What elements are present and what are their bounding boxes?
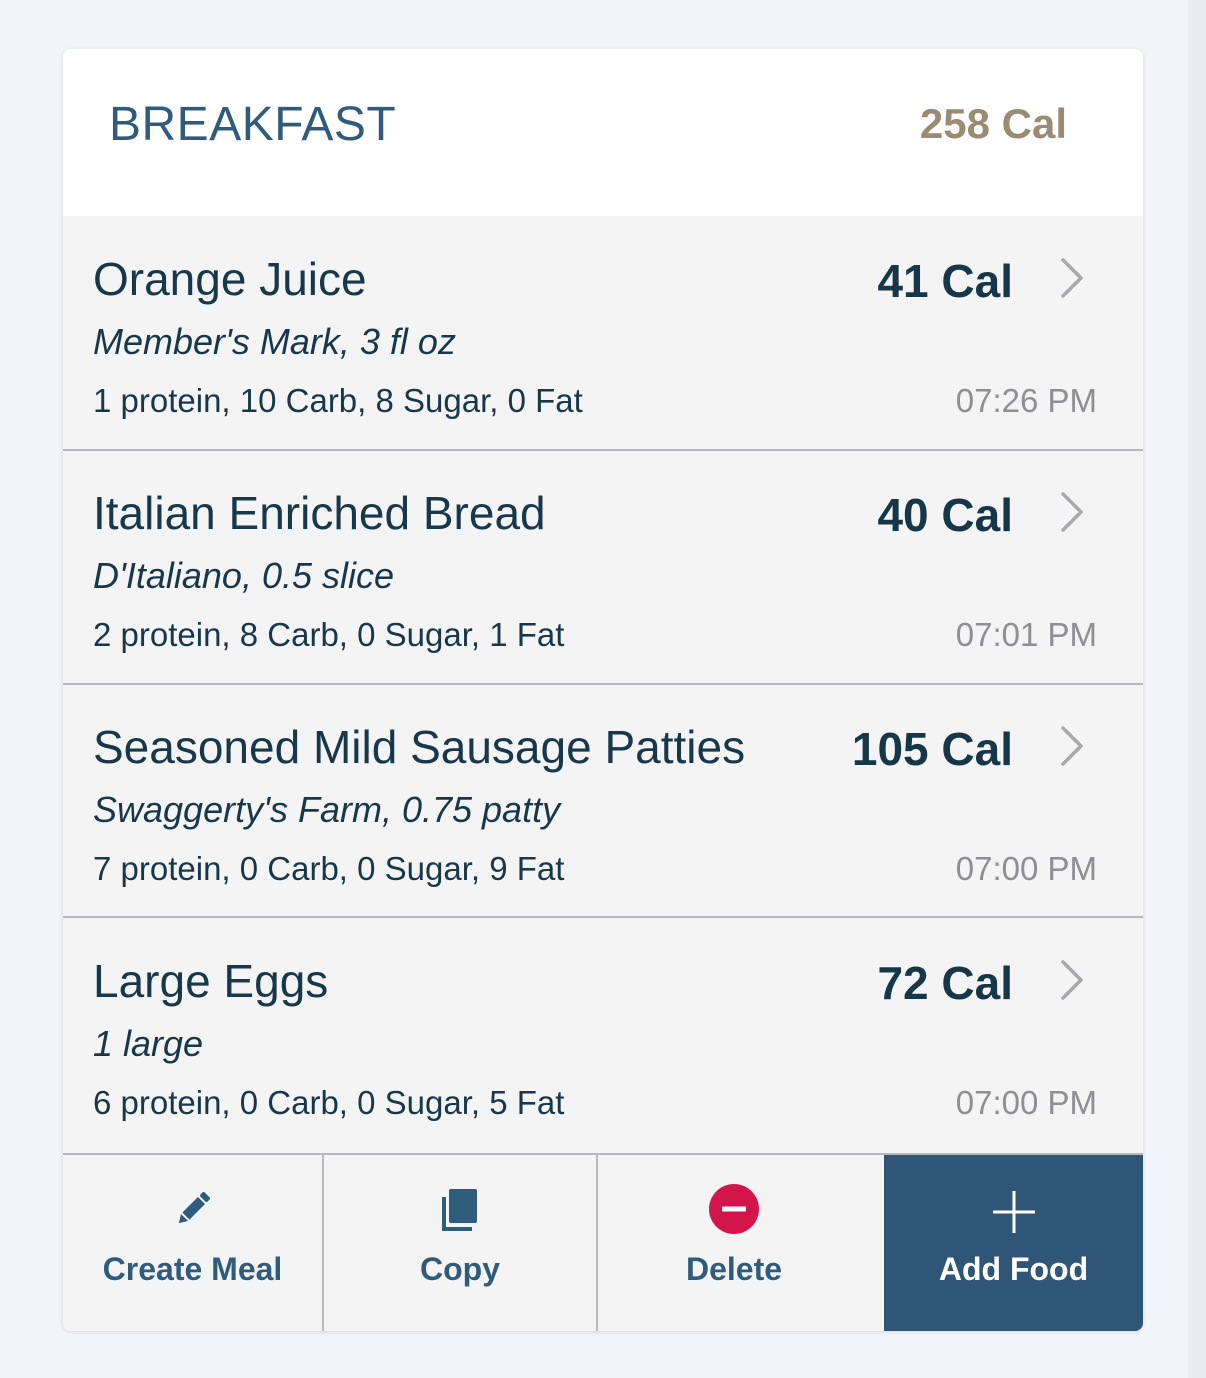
food-brand-serving: 1 large — [93, 1023, 204, 1064]
food-time: 07:26 PM — [955, 382, 1097, 419]
chevron-right-icon — [1061, 726, 1083, 766]
food-calories: 72 Cal — [877, 957, 1013, 1009]
food-time: 07:00 PM — [955, 1084, 1097, 1121]
food-name: Italian Enriched Bread — [93, 487, 546, 539]
food-macros: 7 protein, 0 Carb, 0 Sugar, 9 Fat — [93, 850, 565, 887]
food-name: Orange Juice — [93, 253, 367, 305]
food-macros: 6 protein, 0 Carb, 0 Sugar, 5 Fat — [93, 1084, 565, 1121]
create-meal-label: Create Meal — [102, 1251, 283, 1287]
minus-circle-icon — [709, 1184, 759, 1234]
food-calories: 40 Cal — [877, 489, 1013, 541]
food-item-italian-bread[interactable]: Italian Enriched Bread 40 Cal D'Italiano… — [63, 450, 1143, 684]
food-time: 07:01 PM — [955, 616, 1097, 653]
meal-card: BREAKFAST 258 Cal Orange Juice 41 Cal Me… — [63, 49, 1143, 1331]
food-item-sausage-patties[interactable]: Seasoned Mild Sausage Patties 105 Cal Sw… — [63, 684, 1143, 918]
food-brand-serving: Member's Mark, 3 fl oz — [93, 321, 456, 362]
chevron-right-icon — [1061, 960, 1083, 1000]
meal-total-calories: 258 Cal — [919, 100, 1067, 147]
chevron-right-icon — [1061, 258, 1083, 298]
create-meal-button[interactable]: Create Meal — [63, 1155, 322, 1331]
add-food-button[interactable]: Add Food — [884, 1155, 1143, 1331]
food-name: Large Eggs — [93, 955, 329, 1007]
delete-label: Delete — [685, 1251, 783, 1287]
delete-button[interactable]: Delete — [598, 1155, 870, 1331]
chevron-right-icon — [1061, 492, 1083, 532]
food-macros: 2 protein, 8 Carb, 0 Sugar, 1 Fat — [93, 616, 565, 653]
food-calories: 105 Cal — [851, 723, 1013, 775]
food-macros: 1 protein, 10 Carb, 8 Sugar, 0 Fat — [93, 382, 583, 419]
copy-icon — [442, 1189, 477, 1231]
meal-header[interactable]: BREAKFAST 258 Cal — [63, 49, 1143, 216]
plus-icon — [992, 1191, 1035, 1233]
copy-label: Copy — [420, 1251, 500, 1287]
food-calories: 41 Cal — [877, 255, 1013, 307]
food-item-large-eggs[interactable]: Large Eggs 72 Cal 1 large 6 protein, 0 C… — [63, 918, 1143, 1152]
food-name: Seasoned Mild Sausage Patties — [93, 721, 746, 773]
food-item-orange-juice[interactable]: Orange Juice 41 Cal Member's Mark, 3 fl … — [63, 216, 1143, 450]
pencil-icon — [178, 1191, 210, 1224]
meal-title: BREAKFAST — [109, 98, 397, 151]
meal-action-toolbar: Create Meal Copy Delete Add Food — [63, 1153, 1143, 1331]
scrollbar-track — [1188, 0, 1206, 1378]
food-brand-serving: D'Italiano, 0.5 slice — [93, 555, 395, 596]
food-time: 07:00 PM — [955, 850, 1097, 887]
copy-button[interactable]: Copy — [324, 1155, 596, 1331]
add-food-label: Add Food — [938, 1251, 1089, 1287]
food-brand-serving: Swaggerty's Farm, 0.75 patty — [93, 789, 561, 830]
